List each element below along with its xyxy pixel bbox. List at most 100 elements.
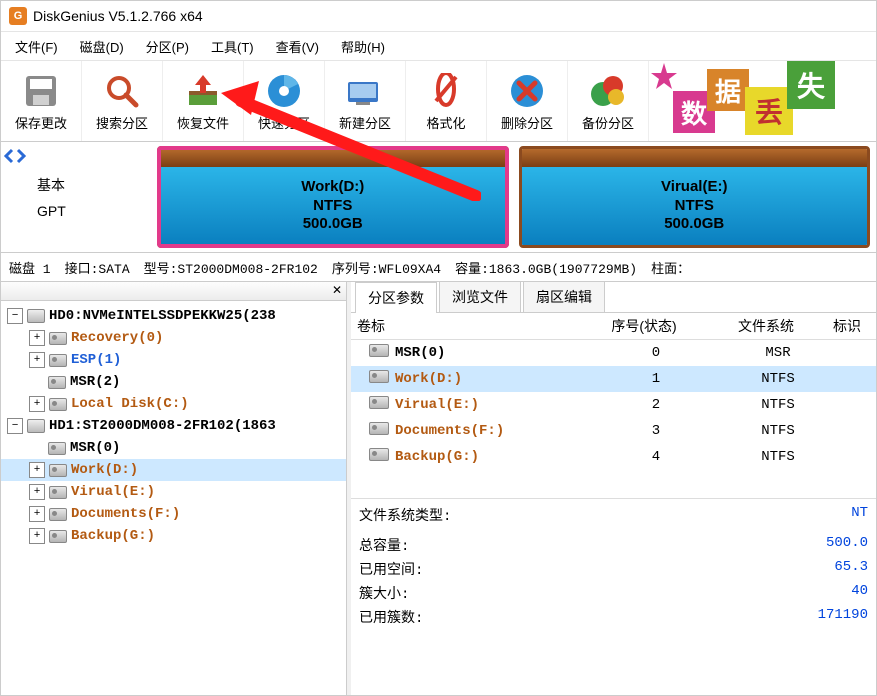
detail-fstype-label: 文件系统类型: xyxy=(359,505,451,525)
tree-expand-icon[interactable]: + xyxy=(29,330,45,346)
toolbar-delete-label: 删除分区 xyxy=(501,113,553,132)
tree-partition-node[interactable]: MSR(0) xyxy=(1,437,346,459)
tree-node-label: MSR(2) xyxy=(70,374,120,390)
partition-block-name: Work(D:) xyxy=(301,178,364,197)
menubar: 文件(F) 磁盘(D) 分区(P) 工具(T) 查看(V) 帮助(H) xyxy=(1,32,876,61)
disk-tree-panel: ✕ −HD0:NVMeINTELSSDPEKKW25(238 + Recovery(… xyxy=(1,282,347,695)
recover-icon xyxy=(183,71,223,111)
disk-tree[interactable]: −HD0:NVMeINTELSSDPEKKW25(238 + Recovery(0)… xyxy=(1,301,346,695)
toolbar-new[interactable]: 新建分区 xyxy=(325,61,406,141)
toolbar-delete[interactable]: 删除分区 xyxy=(487,61,568,141)
menu-disk[interactable]: 磁盘(D) xyxy=(70,34,134,59)
diskinfo-cylinders: 柱面： xyxy=(651,258,690,277)
tree-partition-node[interactable]: + Virual(E:) xyxy=(1,481,346,503)
row-index: 3 xyxy=(595,423,717,439)
partition-block-virual-e[interactable]: Virual(E:) NTFS 500.0GB xyxy=(519,146,871,248)
toolbar-quick[interactable]: 快速分区 xyxy=(244,61,325,141)
tree-expand-icon[interactable]: − xyxy=(7,308,23,324)
row-index: 2 xyxy=(595,397,717,413)
partition-row[interactable]: Documents(F:) 3NTFS xyxy=(351,418,876,444)
tree-partition-node[interactable]: + Documents(F:) xyxy=(1,503,346,525)
right-panel: 分区参数 浏览文件 扇区编辑 卷标 序号(状态) 文件系统 标识 MSR(0)0… xyxy=(351,282,876,695)
tree-partition-node[interactable]: + Work(D:) xyxy=(1,459,346,481)
banner-star-icon xyxy=(649,61,689,101)
col-volume-label[interactable]: 卷标 xyxy=(351,316,583,336)
nav-arrows-icon[interactable] xyxy=(4,148,28,164)
partition-row[interactable]: MSR(0)0MSR xyxy=(351,340,876,366)
backup-icon xyxy=(588,71,628,111)
tab-sector-edit[interactable]: 扇区编辑 xyxy=(523,281,605,312)
tree-expand-icon[interactable]: + xyxy=(29,462,45,478)
quick-partition-icon xyxy=(264,71,304,111)
diskinfo-index: 磁盘 1 xyxy=(9,258,51,277)
col-index-status[interactable]: 序号(状态) xyxy=(583,316,705,336)
tree-node-label: Work(D:) xyxy=(71,462,138,478)
tree-expand-icon[interactable]: − xyxy=(7,418,23,434)
tree-close-icon[interactable]: ✕ xyxy=(330,283,344,297)
menu-partition[interactable]: 分区(P) xyxy=(136,34,199,59)
tree-node-label: ESP(1) xyxy=(71,352,121,368)
tab-partition-params[interactable]: 分区参数 xyxy=(355,282,437,313)
tree-expand-icon[interactable]: + xyxy=(29,352,45,368)
tree-node-label: Recovery(0) xyxy=(71,330,163,346)
detail-cluster-label: 簇大小: xyxy=(359,583,409,603)
toolbar-quick-label: 快速分区 xyxy=(258,113,310,132)
partition-icon xyxy=(369,370,389,388)
menu-view[interactable]: 查看(V) xyxy=(266,34,329,59)
partition-row[interactable]: Work(D:)1NTFS xyxy=(351,366,876,392)
toolbar-new-label: 新建分区 xyxy=(339,113,391,132)
tree-partition-node[interactable]: +Backup(G:) xyxy=(1,525,346,547)
toolbar-format-label: 格式化 xyxy=(426,113,465,132)
tree-disk-node[interactable]: −HD0:NVMeINTELSSDPEKKW25(238 xyxy=(1,305,346,327)
row-filesystem: MSR xyxy=(717,345,839,361)
partition-icon xyxy=(369,344,389,362)
tree-partition-node[interactable]: + Recovery(0) xyxy=(1,327,346,349)
partition-block-work-d[interactable]: Work(D:) NTFS 500.0GB xyxy=(157,146,509,248)
toolbar-recover[interactable]: 恢复文件 xyxy=(163,61,244,141)
detail-used-value: 65.3 xyxy=(834,559,868,579)
partition-row[interactable]: Virual(E:)2NTFS xyxy=(351,392,876,418)
tree-header: ✕ xyxy=(1,282,346,301)
tree-expand-icon[interactable]: + xyxy=(29,484,45,500)
menu-help[interactable]: 帮助(H) xyxy=(331,34,395,59)
menu-file[interactable]: 文件(F) xyxy=(5,34,68,59)
toolbar-recover-label: 恢复文件 xyxy=(177,113,229,132)
banner-char-4: 失 xyxy=(787,61,835,109)
toolbar-backup[interactable]: 备份分区 xyxy=(568,61,649,141)
tree-node-label: Local Disk(C:) xyxy=(71,396,189,412)
diskinfo-interface: 接口:SATA xyxy=(65,258,130,277)
menu-tools[interactable]: 工具(T) xyxy=(201,34,264,59)
promo-banner[interactable]: 数 据 丢 失 xyxy=(649,61,876,141)
app-logo-icon: G xyxy=(9,7,27,25)
row-filesystem: NTFS xyxy=(717,449,839,465)
partition-icon xyxy=(48,375,66,389)
tree-node-label: Virual(E:) xyxy=(71,484,155,500)
partition-table-header: 卷标 序号(状态) 文件系统 标识 xyxy=(351,313,876,340)
tree-expand-icon[interactable]: + xyxy=(29,528,45,544)
tab-browse-files[interactable]: 浏览文件 xyxy=(439,281,521,312)
row-volume-name: Documents(F:) xyxy=(395,423,504,439)
format-icon xyxy=(426,71,466,111)
tree-partition-node[interactable]: + ESP(1) xyxy=(1,349,346,371)
tree-expand-icon[interactable]: + xyxy=(29,396,45,412)
toolbar-format[interactable]: 格式化 xyxy=(406,61,487,141)
col-flag[interactable]: 标识 xyxy=(827,316,877,336)
diskinfo-serial: 序列号:WFL09XA4 xyxy=(332,258,441,277)
tree-partition-node[interactable]: MSR(2) xyxy=(1,371,346,393)
detail-total-label: 总容量: xyxy=(359,535,409,555)
tree-node-label: Documents(F:) xyxy=(71,506,180,522)
partition-block-fs: NTFS xyxy=(675,197,714,216)
partition-row[interactable]: Backup(G:)4NTFS xyxy=(351,444,876,470)
tree-partition-node[interactable]: + Local Disk(C:) xyxy=(1,393,346,415)
row-filesystem: NTFS xyxy=(717,423,839,439)
toolbar-save[interactable]: 保存更改 xyxy=(1,61,82,141)
tree-disk-node[interactable]: −HD1:ST2000DM008-2FR102(1863 xyxy=(1,415,346,437)
toolbar-search[interactable]: 搜索分区 xyxy=(82,61,163,141)
disk-map: 基本 GPT Work(D:) NTFS 500.0GB Virual(E:) … xyxy=(1,142,876,253)
tree-expand-icon[interactable]: + xyxy=(29,506,45,522)
row-volume-name: MSR(0) xyxy=(395,345,445,361)
diskinfo-capacity: 容量:1863.0GB(1907729MB) xyxy=(455,258,637,277)
row-filesystem: NTFS xyxy=(717,371,839,387)
col-filesystem[interactable]: 文件系统 xyxy=(705,316,827,336)
disk-nav xyxy=(1,142,31,252)
